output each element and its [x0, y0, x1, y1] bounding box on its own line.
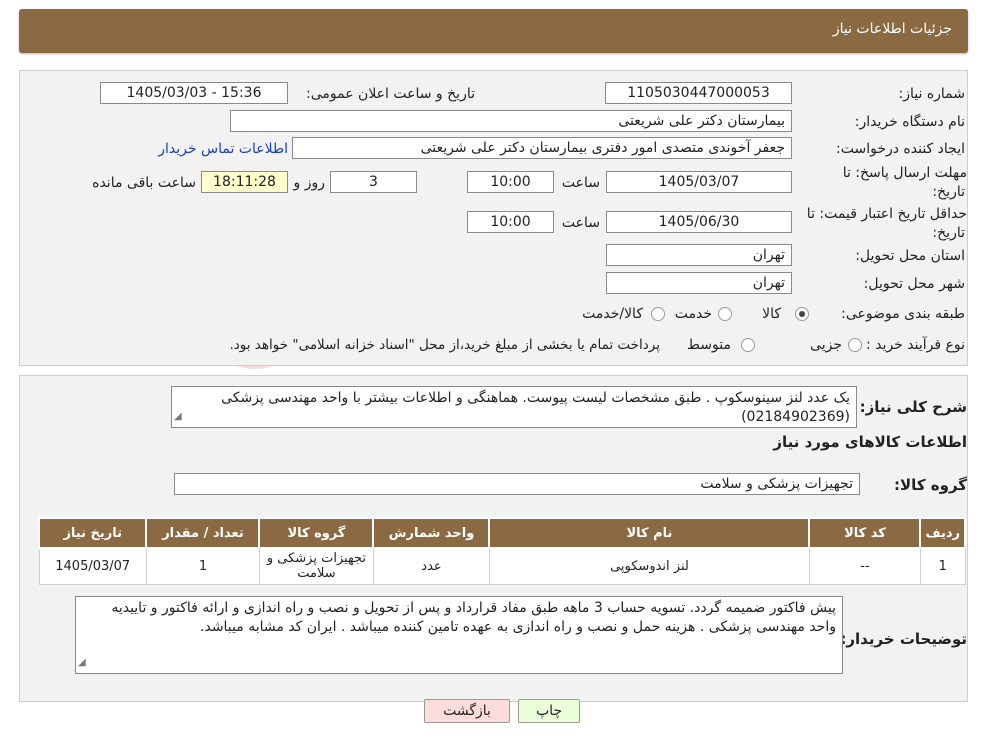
table-row: 1 -- لنز اندوسکوپی عدد تجهیزات پزشکی و س… [38, 547, 966, 585]
resize-grip-icon[interactable]: ◢ [174, 407, 182, 426]
purchase-option-minor: جزیی [810, 337, 842, 353]
cell-quantity: 1 [145, 547, 260, 585]
days-field: 3 [330, 171, 417, 193]
need-number-label: شماره نیاز: [898, 86, 966, 102]
reply-deadline-time: 10:00 [467, 171, 554, 193]
page-header: جزئیات اطلاعات نیاز [19, 9, 968, 53]
col-header-quantity: تعداد / مقدار [145, 517, 261, 549]
category-radio-goods-service[interactable] [651, 307, 665, 321]
price-validity-label: حداقل تاریخ اعتبار قیمت: تا [806, 206, 967, 222]
buyer-org-label: نام دستگاه خریدار: [854, 114, 965, 130]
description-label: شرح کلی نیاز: [859, 398, 967, 416]
province-label: استان محل تحویل: [855, 248, 965, 264]
announce-field: 1405/03/03 - 15:36 [100, 82, 288, 104]
creator-field: جعفر آخوندی متصدی امور دفتری بیمارستان د… [292, 137, 792, 159]
col-header-goods-name: نام کالا [488, 517, 811, 549]
reply-deadline-label: مهلت ارسال پاسخ: تا [842, 165, 967, 181]
reply-time-label: ساعت [561, 175, 600, 191]
col-header-goods-code: کد کالا [808, 517, 922, 549]
announce-label: تاریخ و ساعت اعلان عمومی: [306, 86, 475, 102]
category-label: طبقه بندی موضوعی: [841, 306, 965, 322]
cell-unit: عدد [372, 547, 490, 585]
days-label: روز و [293, 175, 326, 191]
cell-need-date: 1405/03/07 [38, 547, 147, 585]
treasury-note: پرداخت تمام یا بخشی از مبلغ خرید،از محل … [229, 337, 660, 353]
page-title: جزئیات اطلاعات نیاز [832, 21, 952, 37]
purchase-radio-medium[interactable] [741, 338, 755, 352]
category-option-service: خدمت [674, 306, 712, 322]
price-validity-time: 10:00 [467, 211, 554, 233]
category-option-goods: کالا [762, 306, 781, 322]
reply-deadline-date: 1405/03/07 [606, 171, 792, 193]
back-button[interactable]: بازگشت [424, 699, 510, 723]
buyer-contact-link[interactable]: اطلاعات تماس خریدار [158, 141, 288, 157]
cell-goods-code: -- [808, 547, 921, 585]
city-field: تهران [606, 272, 792, 294]
goods-section-title: اطلاعات کالاهای مورد نیاز [773, 433, 967, 451]
goods-group-label: گروه کالا: [894, 476, 967, 494]
cell-row-number: 1 [919, 547, 966, 585]
buyer-org-field: بیمارستان دکتر علی شریعتی [230, 110, 792, 132]
col-header-goods-group: گروه کالا [258, 517, 375, 549]
need-number-field: 1105030447000053 [605, 82, 792, 104]
cell-goods-group: تجهیزات پزشکی و سلامت [258, 547, 374, 585]
price-validity-label-2: تاریخ: [932, 225, 965, 241]
buyer-notes-textarea[interactable]: پیش فاکتور ضمیمه گردد. تسویه حساب 3 ماهه… [75, 596, 843, 674]
purchase-radio-minor[interactable] [848, 338, 862, 352]
purchase-type-label: نوع فرآیند خرید : [866, 337, 965, 353]
col-header-row-number: ردیف [919, 517, 966, 549]
buyer-notes-text: پیش فاکتور ضمیمه گردد. تسویه حساب 3 ماهه… [111, 600, 836, 635]
description-textarea[interactable]: یک عدد لنز سینوسکوپ . طبق مشخصات لیست پی… [171, 386, 857, 428]
city-label: شهر محل تحویل: [863, 276, 965, 292]
remaining-time-field: 18:11:28 [201, 171, 288, 193]
items-table: ردیف کد کالا نام کالا واحد شمارش گروه کا… [37, 517, 966, 585]
col-header-unit: واحد شمارش [372, 517, 491, 549]
buyer-notes-label: توضیحات خریدار: [840, 630, 967, 648]
col-header-need-date: تاریخ نیاز [37, 517, 148, 549]
price-validity-date: 1405/06/30 [606, 211, 792, 233]
remaining-label: ساعت باقی مانده [92, 175, 196, 191]
creator-label: ایجاد کننده درخواست: [836, 141, 965, 157]
resize-grip-icon[interactable]: ◢ [78, 653, 86, 672]
purchase-option-medium: متوسط [687, 337, 731, 353]
price-time-label: ساعت [561, 215, 600, 231]
category-option-goods-service: کالا/خدمت [582, 306, 643, 322]
category-radio-goods[interactable] [795, 307, 809, 321]
goods-group-field: تجهیزات پزشکی و سلامت [174, 473, 860, 495]
description-text: یک عدد لنز سینوسکوپ . طبق مشخصات لیست پی… [221, 390, 850, 425]
province-field: تهران [606, 244, 792, 266]
reply-deadline-label-2: تاریخ: [932, 184, 965, 200]
cell-goods-name: لنز اندوسکوپی [488, 547, 810, 585]
category-radio-service[interactable] [718, 307, 732, 321]
print-button[interactable]: چاپ [518, 699, 580, 723]
table-header-row: ردیف کد کالا نام کالا واحد شمارش گروه کا… [37, 517, 966, 549]
